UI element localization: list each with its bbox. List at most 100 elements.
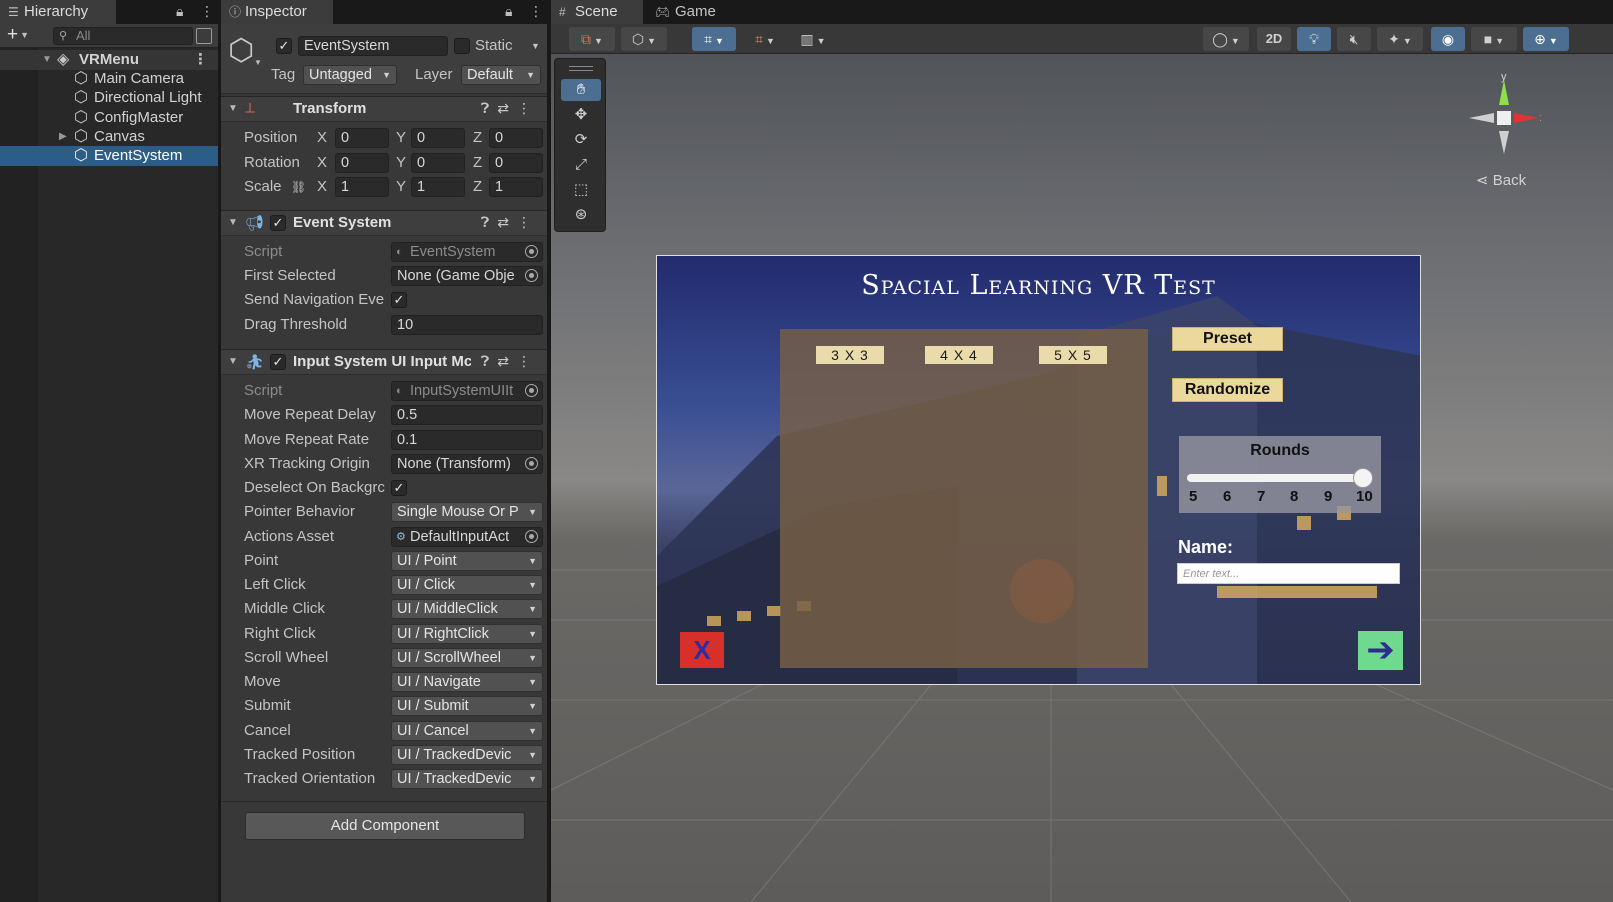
component-enabled-checkbox[interactable]: ✓	[270, 354, 286, 370]
fold-arrow-icon[interactable]: ▼	[42, 50, 52, 70]
kebab-menu-icon[interactable]: ⋮	[517, 214, 539, 230]
name-input[interactable]: Enter text...	[1177, 563, 1400, 584]
move-repeat-delay-field[interactable]: 0.5	[391, 405, 543, 425]
send-navigation-checkbox[interactable]: ✓	[391, 292, 407, 308]
orientation-gizmo[interactable]: y x	[1461, 70, 1541, 160]
input-module-header[interactable]: ▼ ⛹︎ ✓ Input System UI Input Mc ❓︎⇄⋮	[221, 349, 547, 375]
preset-icon[interactable]: ⇄	[497, 353, 517, 369]
tab-scene[interactable]: # Scene	[551, 0, 643, 24]
menu-canvas[interactable]: Spacial Learning VR Test 3 X 3 4 X 4 5 X…	[656, 255, 1421, 685]
axis-z-label[interactable]: Z	[473, 153, 482, 173]
scale-y-field[interactable]: 1	[411, 177, 465, 197]
add-component-button[interactable]: Add Component	[245, 812, 525, 840]
overlay-grip[interactable]	[569, 66, 593, 71]
kebab-menu-icon[interactable]: ⋮	[193, 50, 208, 70]
create-button[interactable]: + ▼	[7, 25, 29, 45]
hierarchy-item-canvas[interactable]: ▶ ⬡ Canvas	[0, 127, 218, 147]
layer-dropdown[interactable]: Default ▼	[461, 65, 541, 85]
chevron-down-icon[interactable]: ▼	[531, 36, 540, 56]
lock-icon[interactable]: 🔒︎	[505, 3, 512, 20]
transform-tool-button[interactable]: ⊛	[561, 204, 601, 226]
neg-x-cone[interactable]	[1469, 113, 1494, 123]
gameobject-cube-icon[interactable]: ⬡	[228, 36, 254, 66]
axis-y-label[interactable]: Y	[396, 153, 406, 173]
component-enabled-checkbox[interactable]: ✓	[270, 215, 286, 231]
pointer-behavior-dropdown[interactable]: Single Mouse Or P ▼	[391, 502, 543, 522]
right-click-dropdown[interactable]: UI / RightClick ▼	[391, 624, 543, 644]
kebab-menu-icon[interactable]: ⋮	[517, 100, 539, 116]
rotation-y-field[interactable]: 0	[411, 153, 465, 173]
scene-view[interactable]: # Scene 🎮︎ Game ⧉ ▼ ⬡ ▼ ⌗ ▼ ⌗ ▼ ▥ ▼ ◯ ▼ 2D 💡︎ 🔇︎…	[551, 0, 1613, 902]
xr-tracking-origin-field[interactable]: None (Transform)	[391, 454, 543, 474]
effects-button[interactable]: ✦ ▼	[1377, 27, 1423, 51]
lock-icon[interactable]: 🔒︎	[176, 3, 183, 20]
hand-tool-button[interactable]: ✋︎	[561, 79, 601, 101]
object-picker-icon[interactable]	[525, 457, 538, 470]
scale-z-field[interactable]: 1	[489, 177, 543, 197]
scene-visibility-button[interactable]	[196, 28, 212, 44]
hierarchy-search-input[interactable]: ⚲ All	[53, 27, 193, 45]
snap-increment-button[interactable]: ⌗ ▼	[743, 27, 787, 51]
help-icon[interactable]: ❓︎	[481, 353, 497, 369]
event-system-header[interactable]: ▼ 📢︎ ✓ Event System ❓︎⇄⋮	[221, 210, 547, 236]
gizmo-center-cube[interactable]	[1497, 111, 1511, 125]
tools-overlay[interactable]: ✋︎ ✥ ⟳ ⤢ ⬚ ⊛	[554, 58, 606, 232]
randomize-button[interactable]: Randomize	[1172, 378, 1283, 402]
grid-3x3-button[interactable]: 3 X 3	[816, 346, 884, 364]
cancel-dropdown[interactable]: UI / Cancel ▼	[391, 721, 543, 741]
point-dropdown[interactable]: UI / Point ▼	[391, 551, 543, 571]
tab-inspector[interactable]: ⓘ Inspector	[221, 0, 333, 24]
preset-icon[interactable]: ⇄	[497, 214, 517, 230]
deselect-on-background-checkbox[interactable]: ✓	[391, 480, 407, 496]
position-x-field[interactable]: 0	[335, 128, 389, 148]
rotate-tool-button[interactable]: ⟳	[561, 129, 601, 151]
kebab-menu-icon[interactable]: ⋮	[200, 3, 214, 20]
move-dropdown[interactable]: UI / Navigate ▼	[391, 672, 543, 692]
hierarchy-item-directional-light[interactable]: ⬡ Directional Light	[0, 88, 218, 108]
kebab-menu-icon[interactable]: ⋮	[517, 353, 539, 369]
hierarchy-item-main-camera[interactable]: ⬡ Main Camera	[0, 69, 218, 89]
y-axis-cone[interactable]	[1499, 80, 1509, 105]
component-header-icons[interactable]: ❓︎⇄⋮	[481, 100, 539, 117]
kebab-menu-icon[interactable]: ⋮	[529, 3, 543, 20]
rotation-x-field[interactable]: 0	[335, 153, 389, 173]
help-icon[interactable]: ❓︎	[481, 214, 497, 230]
object-picker-icon[interactable]	[525, 530, 538, 543]
axis-z-label[interactable]: Z	[473, 128, 482, 148]
x-axis-cone[interactable]	[1514, 113, 1539, 123]
position-y-field[interactable]: 0	[411, 128, 465, 148]
axis-x-label[interactable]: X	[317, 153, 327, 173]
axis-y-label[interactable]: Y	[396, 128, 406, 148]
component-header-icons[interactable]: ❓︎⇄⋮	[481, 353, 539, 370]
rotation-z-field[interactable]: 0	[489, 153, 543, 173]
camera-button[interactable]: ■ ▼	[1471, 27, 1517, 51]
gizmos-button[interactable]: ⊕ ▼	[1523, 27, 1569, 51]
pivot-mode-button[interactable]: ⬡ ▼	[621, 27, 667, 51]
tool-handle-button[interactable]: ⧉ ▼	[569, 27, 615, 51]
next-arrow-button[interactable]: ➔	[1358, 631, 1403, 670]
ruler-button[interactable]: ▥ ▼	[791, 27, 835, 51]
audio-toggle[interactable]: 🔇︎	[1337, 27, 1371, 51]
tag-dropdown[interactable]: Untagged ▼	[303, 65, 397, 85]
move-repeat-rate-field[interactable]: 0.1	[391, 430, 543, 450]
tab-game[interactable]: 🎮︎ Game	[647, 0, 727, 24]
position-z-field[interactable]: 0	[489, 128, 543, 148]
scene-row[interactable]: ▼ ◈ VRMenu ⋮	[0, 50, 218, 70]
active-checkbox[interactable]: ✓	[276, 38, 292, 54]
perspective-label[interactable]: ⋖ Back	[1476, 171, 1526, 189]
object-name-input[interactable]: EventSystem	[298, 36, 448, 56]
middle-click-dropdown[interactable]: UI / MiddleClick ▼	[391, 599, 543, 619]
drag-threshold-field[interactable]: 10	[391, 315, 543, 335]
fold-arrow-icon[interactable]: ▼	[228, 217, 238, 228]
rounds-slider-track[interactable]	[1187, 474, 1363, 482]
hierarchy-item-configmaster[interactable]: ⬡ ConfigMaster	[0, 108, 218, 128]
fold-arrow-icon[interactable]: ▼	[228, 356, 238, 367]
axis-z-label[interactable]: Z	[473, 177, 482, 197]
grid-5x5-button[interactable]: 5 X 5	[1039, 346, 1107, 364]
preset-icon[interactable]: ⇄	[497, 100, 517, 116]
grid-4x4-button[interactable]: 4 X 4	[925, 346, 993, 364]
rounds-slider-handle[interactable]	[1353, 468, 1373, 488]
axis-x-label[interactable]: X	[317, 128, 327, 148]
component-header-icons[interactable]: ❓︎⇄⋮	[481, 214, 539, 231]
grid-snap-button[interactable]: ⌗ ▼	[692, 27, 736, 51]
